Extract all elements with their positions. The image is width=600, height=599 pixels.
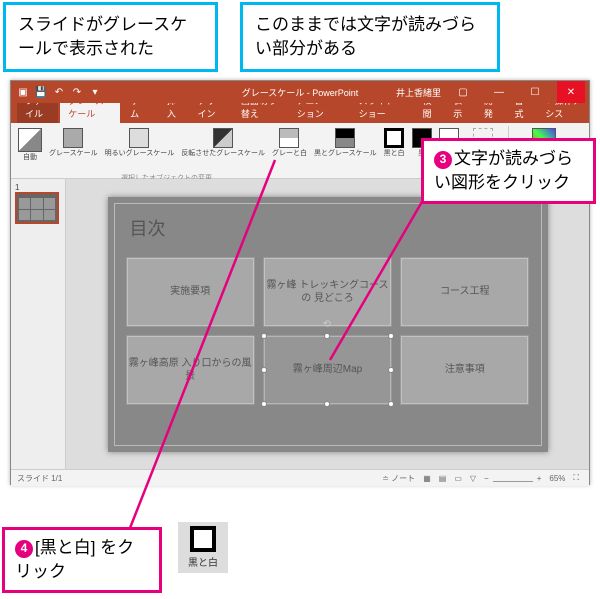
callout-step-4: 4[黒と白] をクリック [2,527,162,593]
ribbon-grayscale-button[interactable]: グレースケール [46,126,101,160]
inverted-grayscale-swatch-icon [213,128,233,148]
thumbnail-panel: 1 [11,179,66,469]
ribbon-light-grayscale-button[interactable]: 明るいグレースケール [102,126,178,160]
normal-view-icon[interactable]: ▦ [419,474,435,483]
ribbon-auto-button[interactable]: 自動 [15,126,45,164]
black-white-label: 黒と白 [182,554,224,569]
resize-handle[interactable] [261,401,267,407]
slide-canvas[interactable]: 目次 実施要項 霧ヶ峰 トレッキングコースの 見どころ コース工程 霧ヶ峰高原 … [108,197,548,452]
resize-handle[interactable] [388,333,394,339]
ribbon-gray-white-button[interactable]: グレーと白 [269,126,310,160]
user-name: 井上香緒里 [396,86,441,99]
ribbon-black-white-button[interactable]: 黒と白 [381,126,408,160]
ribbon-tabs: ファイル グレースケール ホーム 挿入 デザイン 画面切り替え アニメーション … [11,103,589,123]
thumbnail-number: 1 [15,183,61,192]
light-grayscale-swatch-icon [129,128,149,148]
workspace: 1 目次 実施要項 霧ヶ峰 トレッキングコースの 見どころ コース工程 霧ヶ峰高… [11,179,589,469]
resize-handle[interactable] [388,401,394,407]
grid-cell-5-selected[interactable]: 霧ヶ峰周辺Map ⟲ [263,335,392,405]
black-white-swatch-icon [384,128,404,148]
rotation-handle-icon[interactable]: ⟲ [322,318,330,331]
resize-handle[interactable] [261,333,267,339]
reading-view-icon[interactable]: ▭ [450,474,466,483]
zoom-out-button[interactable]: − [480,474,493,483]
callout-grayscale-displayed: スライドがグレースケールで表示された [3,2,218,72]
ribbon-options-icon[interactable]: ▢ [449,81,477,103]
resize-handle[interactable] [261,367,267,373]
slide-editor[interactable]: 目次 実施要項 霧ヶ峰 トレッキングコースの 見どころ コース工程 霧ヶ峰高原 … [66,179,589,469]
black-white-icon-reference: 黒と白 [178,522,228,573]
black-grayscale-swatch-icon [335,128,355,148]
slide-counter: スライド 1/1 [17,473,62,484]
step-badge-3: 3 [434,151,452,169]
qat-dropdown-icon[interactable]: ▾ [89,86,101,98]
callout-hard-to-read: このままでは文字が読みづらい部分がある [240,2,500,72]
maximize-button[interactable]: ☐ [521,81,549,103]
statusbar: スライド 1/1 ≐ ノート ▦ ▤ ▭ ▽ − + 65% ⛶ [11,469,589,486]
notes-button[interactable]: ≐ ノート [378,473,419,484]
titlebar: ▣ 💾 ↶ ↷ ▾ グレースケール - PowerPoint 井上香緒里 ▢ —… [11,81,589,103]
fit-to-window-icon[interactable]: ⛶ [569,473,583,483]
sorter-view-icon[interactable]: ▤ [435,474,451,483]
gray-white-swatch-icon [279,128,299,148]
ribbon-black-grayscale-button[interactable]: 黒とグレースケール [311,126,380,160]
zoom-slider[interactable] [493,481,533,482]
minimize-button[interactable]: — [485,81,513,103]
slideshow-view-icon[interactable]: ▽ [466,474,480,483]
zoom-in-button[interactable]: + [533,474,546,483]
slide-thumbnail-1[interactable] [15,192,59,224]
undo-icon[interactable]: ↶ [53,86,65,98]
save-icon[interactable]: 💾 [35,86,47,98]
black-white-large-swatch-icon [190,526,216,552]
ribbon-inverted-grayscale-button[interactable]: 反転させたグレースケール [178,126,268,160]
grayscale-swatch-icon [63,128,83,148]
close-button[interactable]: ✕ [557,81,585,103]
resize-handle[interactable] [388,367,394,373]
grid-cell-5-text: 霧ヶ峰周辺Map [293,363,362,376]
app-icon: ▣ [17,86,29,98]
window-title: グレースケール - PowerPoint [242,86,359,99]
step-badge-4: 4 [15,540,33,558]
zoom-level[interactable]: 65% [545,474,569,483]
redo-icon[interactable]: ↷ [71,86,83,98]
callout-step-3: 3文字が読みづらい図形をクリック [421,138,596,204]
auto-swatch-icon [18,128,42,152]
